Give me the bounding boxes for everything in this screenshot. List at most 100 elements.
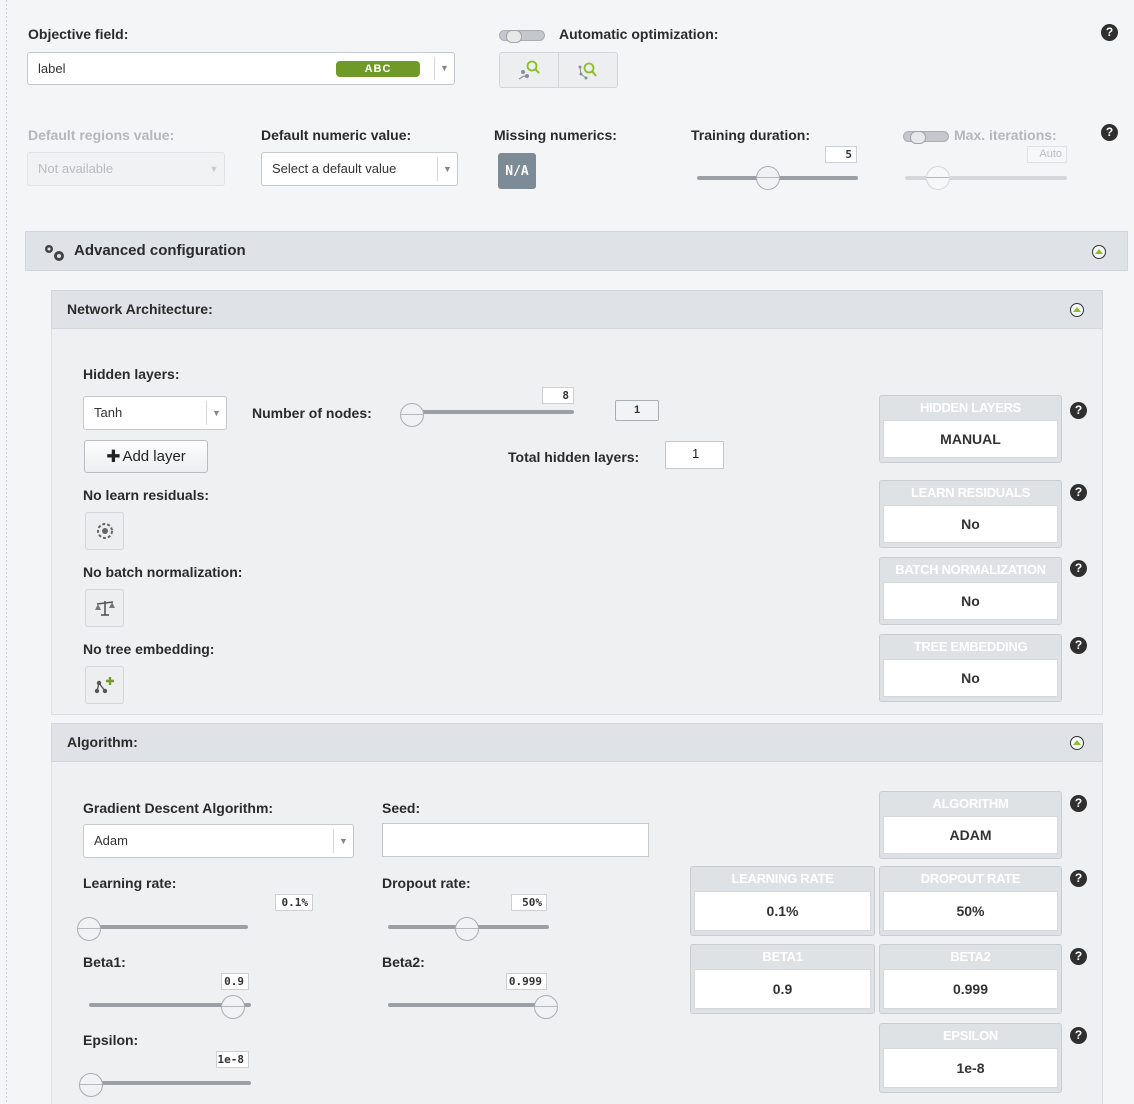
help-icon[interactable]: ? [1070,948,1087,965]
beta2-value: 0.999 [506,973,547,990]
beta2-summary-value: 0.999 [883,969,1058,1009]
dropout-rate-slider-handle[interactable] [455,917,479,941]
tree-embedding-toggle[interactable] [85,666,124,704]
help-icon[interactable]: ? [1070,637,1087,654]
help-icon[interactable]: ? [1070,402,1087,419]
beta2-slider-handle[interactable] [534,995,558,1019]
epsilon-summary-header: EPSILON [943,1028,998,1043]
add-layer-label: Add layer [122,448,186,465]
gradient-descent-algorithm-select[interactable]: Adam ▼ [83,824,354,858]
objective-field-select[interactable]: label ABC ▼ [27,52,455,85]
chevron-down-icon: ▼ [437,157,457,181]
number-of-nodes-value: 8 [542,387,574,404]
dropout-rate-label: Dropout rate: [382,875,471,891]
help-icon[interactable]: ? [1070,560,1087,577]
help-icon[interactable]: ? [1070,870,1087,887]
beta2-track [388,1003,548,1007]
dropout-rate-summary-value: 50% [883,891,1058,931]
beta2-summary-header: BETA2 [950,949,991,964]
learn-residuals-summary-value: No [883,505,1058,543]
learning-rate-value: 0.1% [275,894,313,911]
learning-rate-track [85,925,248,929]
default-numeric-label: Default numeric value: [261,127,412,143]
default-regions-select: Not available ▼ [27,152,225,186]
gradient-descent-algorithm-label: Gradient Descent Algorithm: [83,800,274,816]
add-layer-button[interactable]: ✚ Add layer [84,440,208,473]
batch-normalization-label: No batch normalization: [83,564,243,580]
beta1-value: 0.9 [221,973,249,990]
batch-normalization-summary-header: BATCH NORMALIZATION [895,562,1046,577]
advanced-configuration-header[interactable]: Advanced configuration [25,231,1128,271]
plus-icon: ✚ [106,446,121,466]
optimize-ensemble-button[interactable] [559,52,618,88]
people-search-icon [518,60,540,80]
epsilon-track [88,1081,251,1085]
seed-input[interactable] [382,823,649,857]
tree-embedding-summary-value: No [883,659,1058,697]
help-icon[interactable]: ? [1070,795,1087,812]
dropout-rate-value: 50% [511,894,547,911]
chevron-down-icon: ▼ [434,57,454,80]
chevron-down-icon: ▼ [209,164,219,174]
activation-function-value: Tanh [94,405,123,420]
objective-field-label: Objective field: [28,26,129,42]
beta1-summary-card: BETA1 0.9 [690,944,875,1014]
tree-embedding-summary-card: TREE EMBEDDING No [879,634,1062,702]
left-edge-guide [6,0,7,1104]
missing-numerics-button[interactable]: N/A [498,153,536,189]
dropout-rate-summary-card: DROPOUT RATE 50% [879,866,1062,936]
seed-label: Seed: [382,800,421,816]
automatic-optimization-toggle[interactable] [499,30,545,43]
algorithm-summary-card: ALGORITHM ADAM [879,791,1062,859]
batch-normalization-summary-value: No [883,582,1058,620]
learning-rate-summary-header: LEARNING RATE [731,871,834,886]
default-numeric-select[interactable]: Select a default value ▼ [261,152,458,186]
learning-rate-slider-handle[interactable] [77,917,101,941]
beta1-summary-header: BETA1 [762,949,803,964]
gradient-descent-algorithm-value: Adam [94,833,128,848]
batch-normalization-toggle[interactable] [85,589,124,627]
network-search-icon [578,62,597,80]
residuals-icon [96,523,113,539]
help-icon[interactable]: ? [1101,124,1118,141]
network-architecture-header[interactable]: Network Architecture: [51,290,1103,329]
layer-index-badge: 1 [615,400,659,421]
number-of-nodes-slider-handle[interactable] [400,403,424,427]
help-icon[interactable]: ? [1101,24,1118,41]
tree-plus-icon [94,677,114,694]
learning-rate-summary-value: 0.1% [694,891,871,931]
hidden-layers-label: Hidden layers: [83,366,180,382]
optimize-single-button[interactable] [499,52,559,88]
max-iterations-toggle[interactable] [903,131,949,144]
epsilon-slider-handle[interactable] [79,1073,103,1097]
training-duration-slider-handle[interactable] [756,166,780,190]
hidden-layers-summary-card: HIDDEN LAYERS MANUAL [879,395,1062,463]
help-icon[interactable]: ? [1070,484,1087,501]
training-duration-value: 5 [825,146,857,163]
batch-normalization-summary-card: BATCH NORMALIZATION No [879,557,1062,625]
algorithm-header[interactable]: Algorithm: [51,723,1103,762]
beta2-label: Beta2: [382,954,425,970]
collapse-icon[interactable] [1070,303,1084,317]
epsilon-summary-card: EPSILON 1e-8 [879,1023,1062,1093]
hidden-layers-summary-value: MANUAL [883,420,1058,458]
default-numeric-placeholder: Select a default value [272,161,397,176]
beta1-summary-value: 0.9 [694,969,871,1009]
learning-rate-summary-card: LEARNING RATE 0.1% [690,866,875,936]
beta1-slider-handle[interactable] [221,995,245,1019]
help-icon[interactable]: ? [1070,1027,1087,1044]
total-hidden-layers-label: Total hidden layers: [508,449,640,465]
learn-residuals-label: No learn residuals: [83,487,210,503]
scale-balance-icon [94,601,115,616]
gears-icon [45,245,64,261]
max-iterations-slider-handle [926,166,950,190]
automatic-optimization-label: Automatic optimization: [559,26,719,42]
learn-residuals-toggle[interactable] [85,512,124,550]
collapse-icon[interactable] [1092,245,1106,259]
hidden-layers-summary-header: HIDDEN LAYERS [919,400,1022,415]
activation-function-select[interactable]: Tanh ▼ [83,396,227,430]
max-iterations-label: Max. iterations: [954,127,1057,143]
total-hidden-layers-input[interactable]: 1 [665,441,724,469]
number-of-nodes-track [403,410,574,414]
collapse-icon[interactable] [1070,736,1084,750]
